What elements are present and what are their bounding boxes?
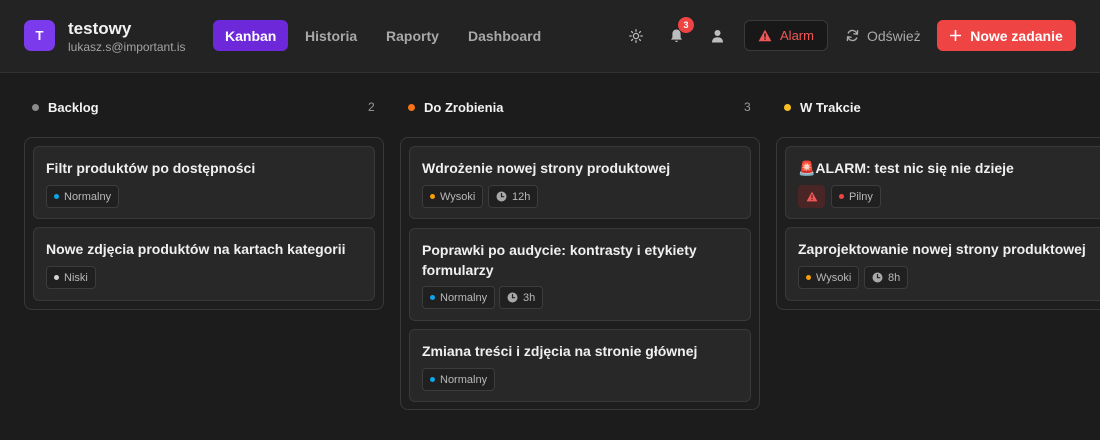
- estimate-label: 8h: [888, 271, 901, 284]
- tab-raporty[interactable]: Raporty: [374, 20, 451, 51]
- column-title: Backlog: [48, 99, 99, 115]
- column-count: 2: [368, 100, 375, 114]
- alarm-label: Alarm: [780, 28, 814, 43]
- task-title: Poprawki po audycie: kontrasty i etykiet…: [422, 242, 697, 278]
- task-card[interactable]: Zmiana treści i zdjęcia na stronie główn…: [409, 329, 751, 402]
- new-task-label: Nowe zadanie: [970, 27, 1063, 44]
- user-email: lukasz.s@important.is: [68, 40, 186, 54]
- task-card[interactable]: Filtr produktów po dostępności Normalny: [33, 146, 375, 219]
- column-count: 3: [744, 100, 751, 114]
- priority-dot: [54, 194, 59, 199]
- clock-icon: [496, 191, 507, 202]
- task-title: Zmiana treści i zdjęcia na stronie główn…: [422, 343, 698, 359]
- task-title: Zaprojektowanie nowej strony produktowej: [798, 241, 1086, 257]
- priority-chip: Niski: [46, 266, 96, 289]
- column-status-dot: [32, 103, 39, 111]
- priority-label: Pilny: [849, 190, 873, 203]
- estimate-label: 12h: [512, 190, 531, 203]
- user-name: testowy: [68, 19, 132, 38]
- task-title: Nowe zdjęcia produktów na kartach katego…: [46, 241, 346, 257]
- top-bar: T testowy lukasz.s@important.is Kanban H…: [0, 0, 1100, 73]
- priority-dot: [430, 295, 435, 300]
- column-title: W Trakcie: [800, 99, 861, 115]
- refresh-button[interactable]: Odśwież: [846, 20, 921, 51]
- theme-toggle-button[interactable]: [624, 24, 648, 48]
- priority-chip: Normalny: [422, 368, 496, 391]
- column-header-todo: Do Zrobienia: [408, 99, 503, 115]
- task-card[interactable]: Poprawki po audycie: kontrasty i etykiet…: [409, 228, 751, 321]
- refresh-label: Odśwież: [867, 27, 921, 44]
- priority-dot: [430, 377, 435, 382]
- tab-historia[interactable]: Historia: [293, 20, 369, 51]
- user-icon: [711, 30, 723, 43]
- task-card[interactable]: 🚨ALARM: test nic się nie dzieje Pilny: [785, 146, 1100, 219]
- new-task-button[interactable]: Nowe zadanie: [937, 20, 1076, 51]
- clock-icon: [872, 272, 883, 283]
- clock-icon: [507, 292, 518, 303]
- priority-dot: [54, 275, 59, 280]
- column-title: Do Zrobienia: [424, 99, 504, 115]
- estimate-chip: 8h: [864, 266, 909, 289]
- priority-label: Normalny: [440, 291, 488, 304]
- refresh-icon: [846, 29, 859, 42]
- priority-chip: Normalny: [46, 185, 120, 208]
- alarm-button[interactable]: Alarm: [744, 20, 828, 51]
- estimate-chip: 3h: [499, 286, 544, 309]
- estimate-chip: 12h: [488, 185, 539, 208]
- priority-label: Niski: [64, 271, 88, 284]
- priority-label: Normalny: [440, 373, 488, 386]
- tab-kanban[interactable]: Kanban: [213, 20, 289, 51]
- notification-count-badge: 3: [678, 17, 694, 33]
- priority-dot: [839, 194, 844, 199]
- priority-chip: Wysoki: [798, 266, 860, 289]
- column-status-dot: [784, 103, 791, 111]
- plus-icon: [950, 30, 962, 41]
- priority-chip: Normalny: [422, 286, 496, 309]
- priority-chip: Pilny: [831, 185, 881, 208]
- tab-dashboard[interactable]: Dashboard: [456, 20, 553, 51]
- task-card[interactable]: Nowe zdjęcia produktów na kartach katego…: [33, 227, 375, 301]
- estimate-label: 3h: [523, 291, 536, 304]
- task-card[interactable]: Wdrożenie nowej strony produktowej Wysok…: [409, 146, 751, 219]
- column-todo: Wdrożenie nowej strony produktowej Wysok…: [400, 137, 760, 410]
- alarm-flag-chip: [798, 185, 825, 208]
- task-title: Wdrożenie nowej strony produktowej: [422, 160, 671, 176]
- workspace-avatar[interactable]: T: [24, 20, 55, 51]
- priority-dot: [806, 275, 811, 280]
- priority-label: Normalny: [64, 190, 112, 203]
- priority-label: Wysoki: [816, 271, 852, 284]
- task-title: 🚨ALARM: test nic się nie dzieje: [798, 160, 1014, 176]
- warning-icon: [758, 29, 772, 42]
- priority-chip: Wysoki: [422, 185, 484, 208]
- column-status-dot: [408, 103, 415, 111]
- warning-icon: [806, 191, 817, 202]
- column-in-progress: 🚨ALARM: test nic się nie dzieje Pilny Za…: [776, 137, 1100, 310]
- task-title: Filtr produktów po dostępności: [46, 160, 256, 176]
- sun-icon: [629, 29, 643, 43]
- priority-label: Wysoki: [440, 190, 476, 203]
- column-header-in-progress: W Trakcie: [784, 99, 861, 115]
- profile-button[interactable]: [705, 24, 729, 48]
- priority-dot: [430, 194, 435, 199]
- task-card[interactable]: Zaprojektowanie nowej strony produktowej…: [785, 227, 1100, 301]
- column-backlog: Filtr produktów po dostępności Normalny …: [24, 137, 384, 310]
- column-header-backlog: Backlog: [32, 99, 99, 115]
